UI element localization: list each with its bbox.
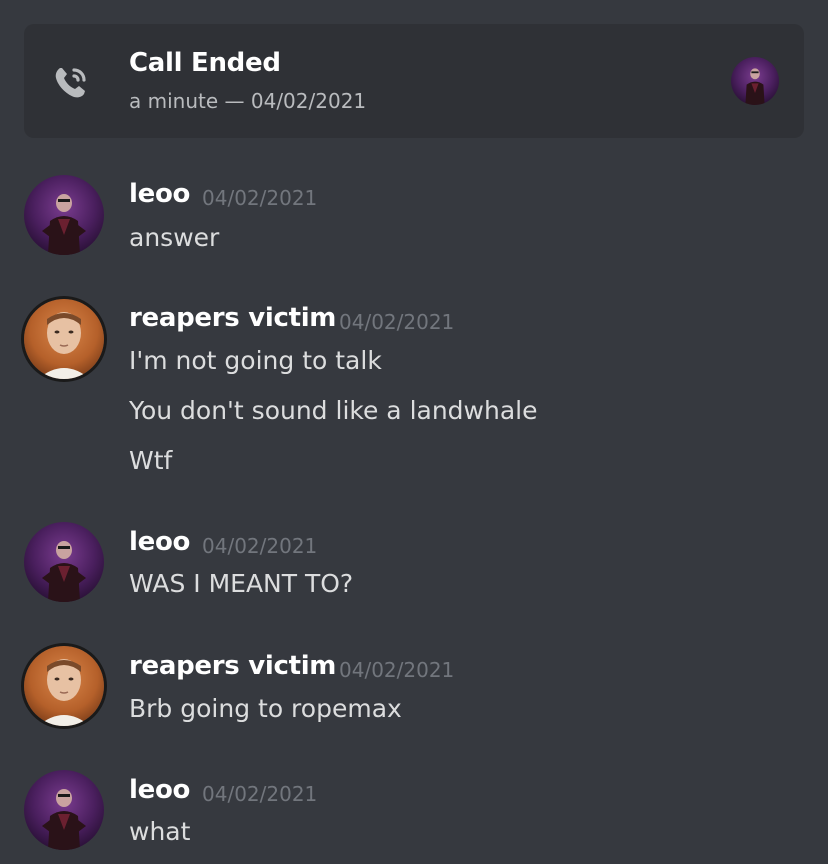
call-duration-date: a minute — 04/02/2021 [129, 89, 367, 113]
message-timestamp: 04/02/2021 [202, 782, 318, 806]
avatar-reapers-victim[interactable] [24, 646, 104, 726]
avatar-leoo[interactable] [24, 175, 104, 255]
message-timestamp: 04/02/2021 [202, 186, 318, 210]
message-timestamp: 04/02/2021 [202, 534, 318, 558]
call-participant-avatar[interactable] [731, 57, 779, 105]
message-timestamp: 04/02/2021 [339, 658, 455, 682]
call-ended-card [24, 24, 804, 138]
avatar-leoo[interactable] [24, 770, 104, 850]
message-author[interactable]: reapers victim [129, 303, 336, 333]
avatar-reapers-victim[interactable] [24, 299, 104, 379]
avatar-leoo[interactable] [24, 522, 104, 602]
message-text: WAS I MEANT TO? [129, 569, 354, 598]
message-text: You don't sound like a landwhale [129, 396, 538, 425]
message-author[interactable]: leoo [129, 775, 190, 805]
message-text: Wtf [129, 446, 173, 475]
message-text: Brb going to ropemax [129, 694, 402, 723]
call-title: Call Ended [129, 48, 281, 78]
message-timestamp: 04/02/2021 [339, 310, 455, 334]
message-author[interactable]: leoo [129, 179, 190, 209]
message-author[interactable]: reapers victim [129, 651, 336, 681]
message-text: what [129, 817, 191, 846]
message-text: answer [129, 223, 220, 252]
phone-call-icon [50, 60, 94, 104]
message-text: I'm not going to talk [129, 346, 382, 375]
message-author[interactable]: leoo [129, 527, 190, 557]
